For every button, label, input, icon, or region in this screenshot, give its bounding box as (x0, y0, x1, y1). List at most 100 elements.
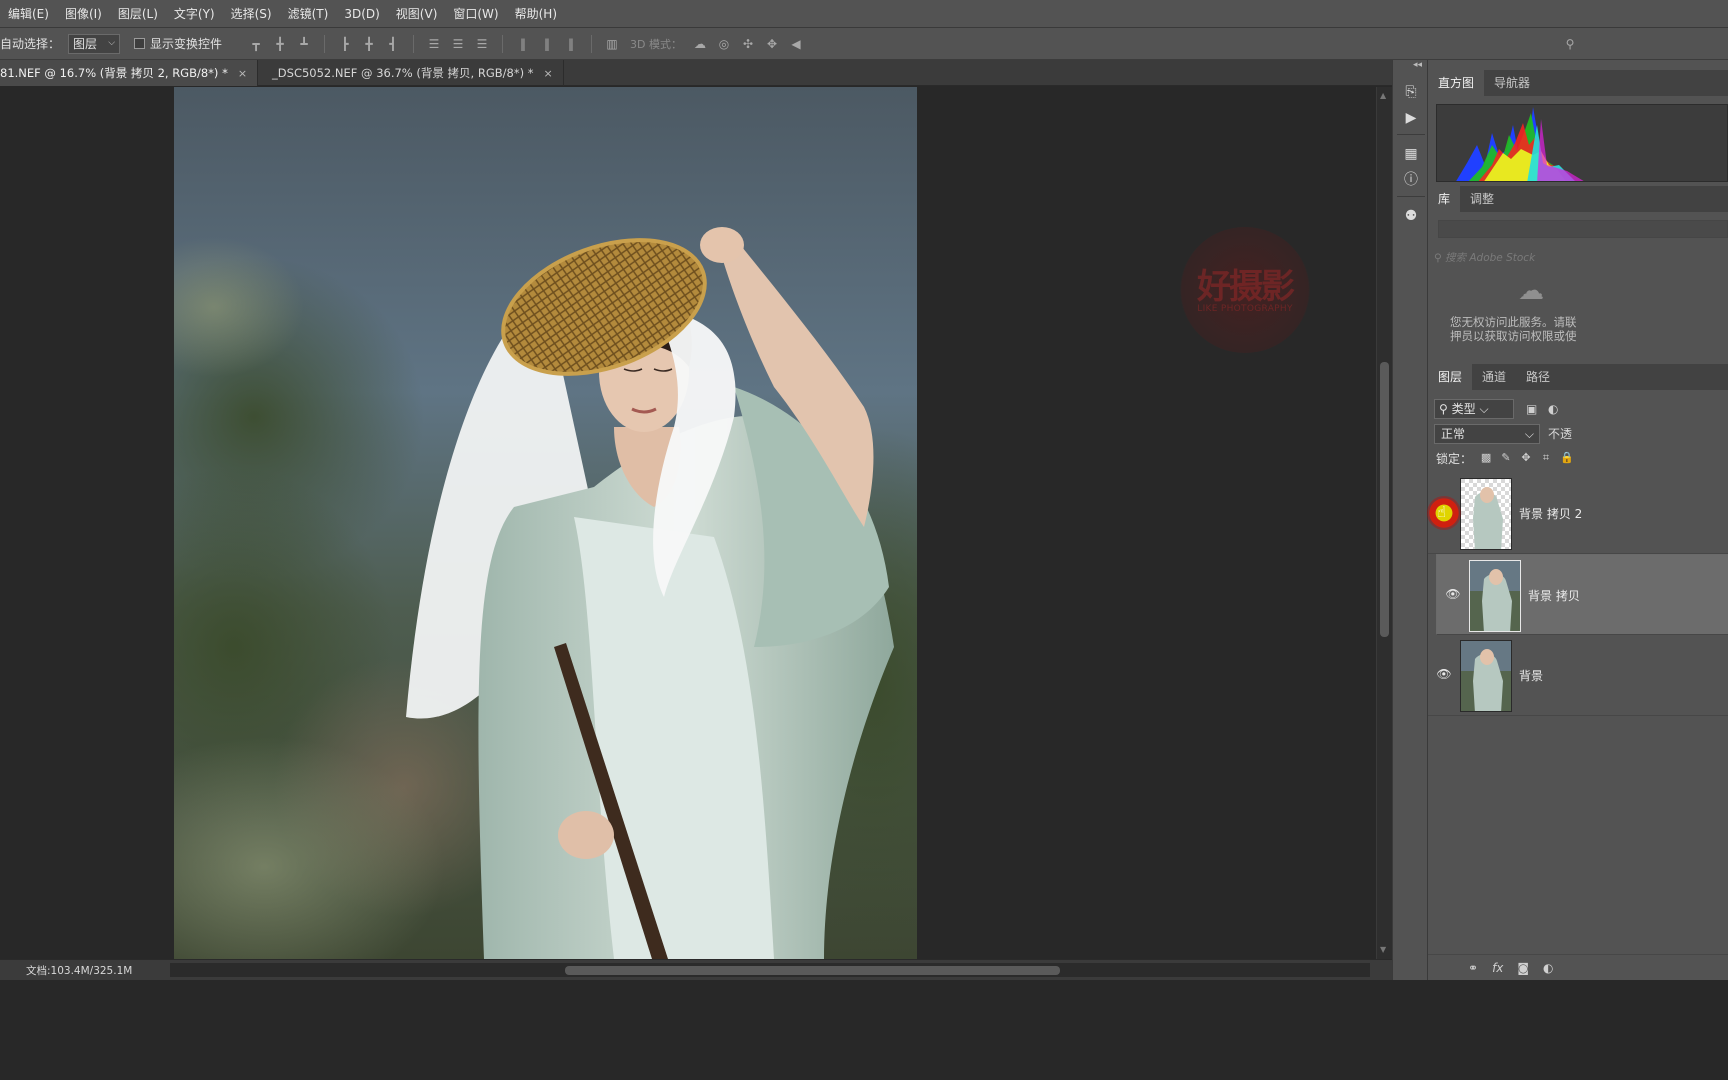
menu-image[interactable]: 图像(I) (57, 0, 110, 28)
tab-layers[interactable]: 图层 (1428, 364, 1473, 390)
menu-edit[interactable]: 编辑(E) (0, 0, 57, 28)
auto-align-icon[interactable]: ▥ (605, 37, 619, 51)
align-left-icon[interactable]: ┣ (338, 37, 352, 51)
library-search-placeholder: 搜索 Adobe Stock (1445, 252, 1536, 264)
fx-icon[interactable]: fx (1492, 961, 1503, 975)
3d-panel-icon[interactable]: ▦ (1401, 144, 1421, 164)
menu-view[interactable]: 视图(V) (388, 0, 446, 28)
layer-filter-dropdown[interactable]: ⚲ 类型 ⌵ (1434, 399, 1514, 419)
lock-paint-icon[interactable]: ✎ (1500, 452, 1512, 464)
layer-row[interactable]: 👁 背景 (1428, 635, 1728, 716)
distribute-left-icon[interactable]: ‖ (516, 37, 530, 51)
library-search-input[interactable]: ⚲ 搜索 Adobe Stock (1434, 250, 1728, 266)
menu-type[interactable]: 文字(Y) (166, 0, 223, 28)
document-canvas[interactable]: 好摄影 LIKE PHOTOGRAPHY (0, 87, 1376, 959)
align-top-icon[interactable]: ┳ (249, 37, 263, 51)
layer-row-selected[interactable]: 👁 背景 拷贝 (1436, 554, 1728, 635)
tab-label: 81.NEF @ 16.7% (背景 拷贝 2, RGB/8*) * (0, 66, 228, 80)
image-filter-icon[interactable]: ▣ (1526, 402, 1537, 416)
library-dropdown[interactable] (1438, 220, 1728, 238)
divider (1397, 134, 1425, 135)
collapse-icon[interactable]: ◂◂ (1413, 60, 1422, 70)
tab-channels[interactable]: 通道 (1472, 364, 1516, 390)
align-vcenter-icon[interactable]: ╋ (273, 37, 287, 51)
align-hcenter-icon[interactable]: ╋ (362, 37, 376, 51)
layers-footer: ⚭ fx ◙ ◐ (1428, 954, 1728, 980)
menu-filter[interactable]: 滤镜(T) (280, 0, 337, 28)
distribute-bottom-icon[interactable]: ☰ (475, 37, 489, 51)
menu-select[interactable]: 选择(S) (223, 0, 280, 28)
show-transform-checkbox[interactable] (134, 38, 146, 49)
distribute-top-icon[interactable]: ☰ (427, 37, 441, 51)
library-message: 您无权访问此服务。请联 押员以获取访问权限或使 (1450, 315, 1728, 343)
lock-position-icon[interactable]: ✥ (1520, 452, 1532, 464)
blend-mode-dropdown[interactable]: 正常 ⌵ (1434, 424, 1540, 444)
link-layers-icon[interactable]: ⚭ (1468, 961, 1478, 975)
distribute-right-icon[interactable]: ‖ (564, 37, 578, 51)
options-bar: 自动选择： 图层 ⌵ 显示变换控件 ┳ ╋ ┻ ┣ ╋ ┫ ☰ ☰ ☰ ‖ ‖ … (0, 28, 1728, 60)
menu-help[interactable]: 帮助(H) (507, 0, 565, 28)
3d-scale-icon[interactable]: ◀ (789, 37, 803, 51)
horizontal-scrollbar[interactable] (170, 963, 1370, 977)
close-icon[interactable]: × (543, 67, 552, 80)
cloud-offline-icon: ☁ (1518, 276, 1544, 306)
right-panels: 直方图 导航器 库 调整 ⚲ 搜索 Adobe Stock ☁ 您无权访问此服务… (1428, 60, 1728, 980)
layer-name[interactable]: 背景 拷贝 (1528, 587, 1580, 604)
auto-select-dropdown[interactable]: 图层 ⌵ (68, 33, 121, 54)
distribute-vcenter-icon[interactable]: ☰ (451, 37, 465, 51)
eye-icon[interactable]: 👁 (1445, 587, 1461, 601)
3d-roll-icon[interactable]: ◎ (717, 37, 731, 51)
histogram-tabs: 直方图 导航器 (1428, 70, 1728, 96)
align-right-icon[interactable]: ┫ (386, 37, 400, 51)
chevron-down-icon: ⌵ (108, 37, 116, 48)
tab-navigator[interactable]: 导航器 (1484, 70, 1540, 96)
lock-row: 锁定： ▩ ✎ ✥ ⌗ 🔒 (1436, 448, 1574, 468)
menu-window[interactable]: 窗口(W) (445, 0, 506, 28)
divider (324, 34, 326, 53)
search-icon[interactable]: ⚲ (1563, 37, 1577, 51)
info-icon[interactable]: ⓘ (1401, 170, 1421, 190)
watermark-title: 好摄影 (1197, 267, 1295, 307)
layer-name[interactable]: 背景 拷贝 2 (1519, 505, 1582, 522)
panel-icon-strip: ◂◂ ⎘ ▶ ▦ ⓘ ⚉ (1392, 60, 1428, 980)
tab-adjustments[interactable]: 调整 (1460, 186, 1504, 212)
add-mask-icon[interactable]: ◙ (1517, 961, 1529, 975)
tab-paths[interactable]: 路径 (1516, 364, 1560, 390)
new-adjustment-icon[interactable]: ◐ (1543, 961, 1553, 975)
adjustment-filter-icon[interactable]: ◐ (1548, 402, 1558, 416)
lock-transparent-icon[interactable]: ▩ (1480, 452, 1492, 464)
play-action-icon[interactable]: ▶ (1401, 108, 1421, 128)
menu-3d[interactable]: 3D(D) (336, 0, 387, 28)
close-icon[interactable]: × (238, 67, 247, 80)
menu-bar: 编辑(E) 图像(I) 图层(L) 文字(Y) 选择(S) 滤镜(T) 3D(D… (0, 0, 1728, 28)
library-tabs: 库 调整 (1428, 186, 1728, 212)
status-bar: 文档:103.4M/325.1M 〉 (0, 959, 1392, 980)
scroll-thumb[interactable] (565, 966, 1060, 975)
lock-all-icon[interactable]: 🔒 (1560, 452, 1574, 464)
3d-orbit-icon[interactable]: ☁ (693, 37, 707, 51)
align-bottom-icon[interactable]: ┻ (297, 37, 311, 51)
lock-artboard-icon[interactable]: ⌗ (1540, 452, 1552, 464)
layer-row[interactable]: 背景 拷贝 2 (1428, 473, 1728, 554)
vertical-scrollbar[interactable]: ▲ ▼ (1376, 87, 1392, 959)
auto-select-value: 图层 (73, 37, 98, 51)
3d-pan-icon[interactable]: ✣ (741, 37, 755, 51)
clone-source-icon[interactable]: ⚉ (1401, 206, 1421, 226)
tab-library[interactable]: 库 (1428, 186, 1461, 212)
layer-thumbnail (1469, 560, 1521, 632)
layer-name[interactable]: 背景 (1519, 667, 1543, 684)
tab-histogram[interactable]: 直方图 (1428, 70, 1485, 96)
scroll-down-icon[interactable]: ▼ (1380, 945, 1386, 954)
3d-slide-icon[interactable]: ✥ (765, 37, 779, 51)
menu-layer[interactable]: 图层(L) (110, 0, 166, 28)
library-message-line-2: 押员以获取访问权限或使 (1450, 329, 1577, 343)
tab-document-2[interactable]: _DSC5052.NEF @ 36.7% (背景 拷贝, RGB/8*) * × (258, 60, 564, 86)
distribute-hcenter-icon[interactable]: ‖ (540, 37, 554, 51)
blend-mode-value: 正常 (1441, 427, 1466, 441)
scroll-thumb[interactable] (1380, 362, 1389, 637)
show-transform-label: 显示变换控件 (150, 37, 223, 51)
history-icon[interactable]: ⎘ (1401, 82, 1421, 102)
tab-document-1[interactable]: 81.NEF @ 16.7% (背景 拷贝 2, RGB/8*) * × (0, 60, 259, 86)
eye-icon[interactable]: 👁 (1436, 667, 1452, 681)
scroll-up-icon[interactable]: ▲ (1380, 91, 1386, 100)
